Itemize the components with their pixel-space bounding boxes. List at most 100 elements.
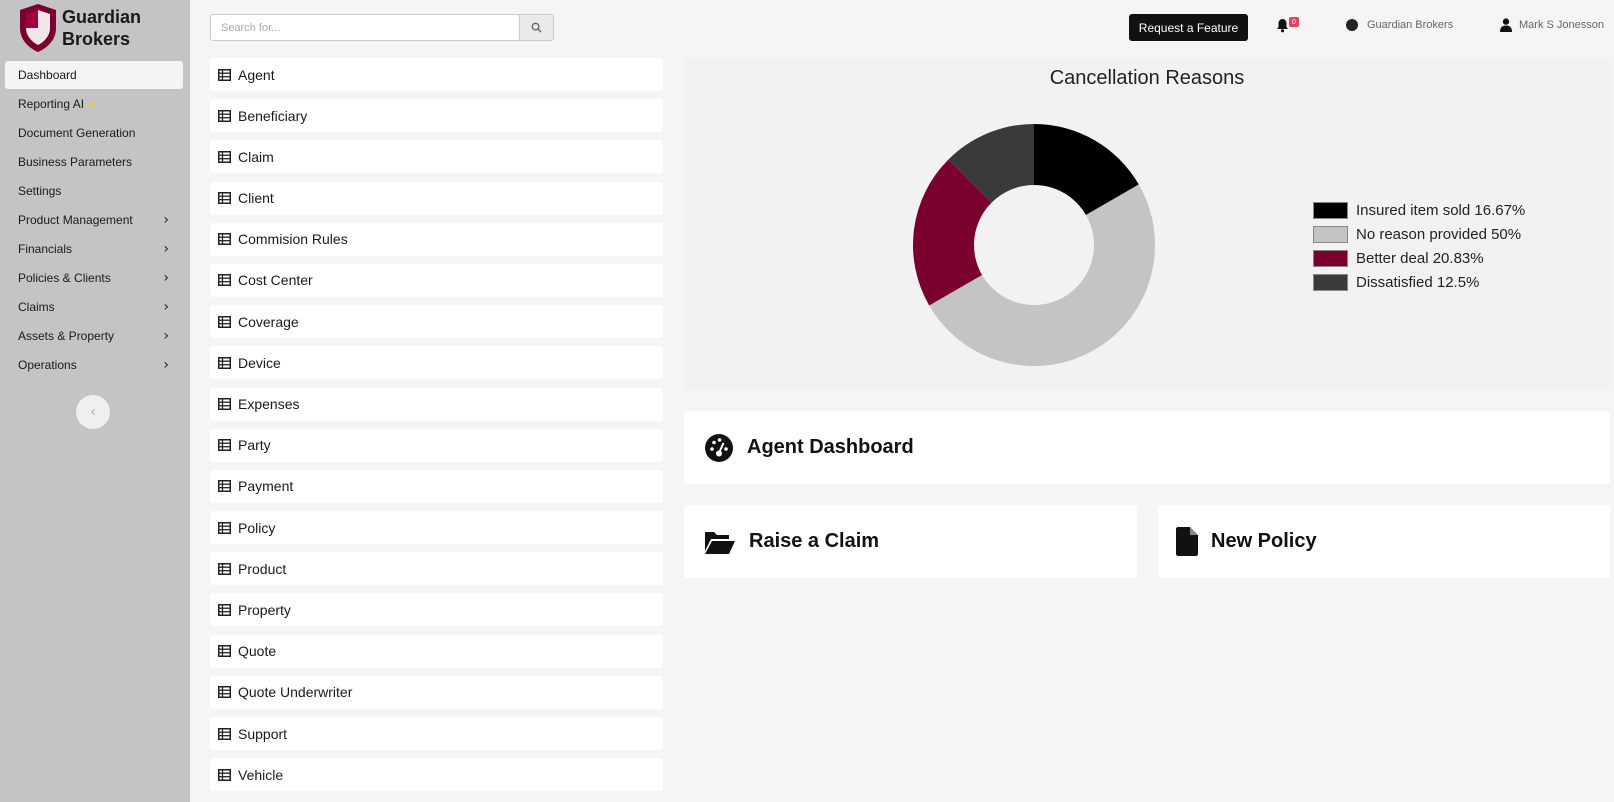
entity-item-expenses[interactable]: Expenses: [210, 387, 663, 421]
legend-item[interactable]: No reason provided 50%: [1313, 222, 1525, 246]
sidebar: Guardian Brokers Dashboard Reporting AI ★ D…: [0, 0, 190, 802]
legend-label: Better deal 20.83%: [1356, 249, 1484, 267]
legend-label: Dissatisfied 12.5%: [1356, 273, 1480, 291]
entity-item-commision-rules[interactable]: Commision Rules: [210, 222, 663, 256]
star-icon: ★: [87, 98, 97, 111]
brand-name-line2: Brokers: [62, 29, 131, 49]
new-policy-label: New Policy: [1211, 530, 1317, 552]
user-name: Mark S Jonesson: [1519, 19, 1604, 31]
table-icon: [218, 768, 231, 781]
sidebar-item-label: Product Management: [18, 213, 133, 227]
chevron-right-icon: ›: [163, 212, 169, 228]
entity-label: Policy: [238, 519, 276, 536]
sidebar-item-label: Claims: [18, 300, 55, 314]
entity-item-coverage[interactable]: Coverage: [210, 305, 663, 339]
entity-item-payment[interactable]: Payment: [210, 469, 663, 503]
chevron-right-icon: ›: [163, 299, 169, 315]
table-icon: [218, 192, 231, 205]
sidebar-item-label: Reporting AI: [18, 97, 85, 111]
entity-label: Claim: [238, 148, 274, 165]
sidebar-item-label-wrap: Product Management: [18, 213, 133, 227]
sidebar-nav: Dashboard Reporting AI ★ Document Generatio…: [5, 61, 183, 380]
org-avatar: [1346, 19, 1358, 31]
raise-claim-label: Raise a Claim: [749, 530, 880, 552]
legend-item[interactable]: Insured item sold 16.67%: [1313, 198, 1525, 222]
chevron-left-icon: ‹: [90, 404, 96, 420]
sidebar-item-assets-property[interactable]: Assets & Property ›: [5, 322, 183, 350]
entity-item-support[interactable]: Support: [210, 717, 663, 750]
entity-list: Agent Beneficiary Claim Client Commision Rul…: [210, 58, 663, 799]
sidebar-item-policies-clients[interactable]: Policies & Clients ›: [5, 264, 183, 292]
search-input[interactable]: [210, 14, 520, 41]
sidebar-item-product-management[interactable]: Product Management ›: [5, 206, 183, 234]
sidebar-item-operations[interactable]: Operations ›: [5, 351, 183, 379]
table-icon: [218, 68, 231, 81]
entity-label: Beneficiary: [238, 107, 308, 124]
sidebar-item-label: Financials: [18, 242, 73, 256]
sidebar-item-label-wrap: Assets & Property: [18, 329, 114, 343]
bell-icon[interactable]: [1276, 18, 1289, 33]
entity-item-quote[interactable]: Quote: [210, 634, 663, 668]
sidebar-item-label: Business Parameters: [18, 155, 133, 169]
entity-item-client[interactable]: Client: [210, 181, 663, 215]
request-feature-button[interactable]: Request a Feature: [1129, 14, 1248, 41]
entity-item-party[interactable]: Party: [210, 428, 663, 462]
agent-dashboard-label: Agent Dashboard: [747, 436, 914, 458]
entity-item-product[interactable]: Product: [210, 552, 663, 586]
sidebar-item-label-wrap: Operations: [18, 358, 77, 372]
sidebar-item-financials[interactable]: Financials ›: [5, 235, 183, 263]
legend-swatch: [1313, 249, 1348, 267]
entity-item-device[interactable]: Device: [210, 346, 663, 380]
brand-name: Guardian Brokers: [62, 6, 141, 50]
entity-item-policy[interactable]: Policy: [210, 511, 663, 545]
collapse-sidebar-button[interactable]: ‹: [76, 395, 110, 429]
raise-claim-card[interactable]: Raise a Claim: [684, 505, 1137, 578]
table-icon: [218, 150, 231, 163]
user-icon: [1500, 18, 1512, 32]
chevron-right-icon: ›: [163, 357, 169, 373]
sidebar-item-document-generation[interactable]: Document Generation: [5, 119, 183, 147]
notification-badge: 0: [1289, 17, 1299, 27]
sidebar-item-label-wrap: Settings: [18, 184, 61, 198]
new-policy-card[interactable]: New Policy: [1158, 505, 1610, 578]
chevron-right-icon: ›: [163, 270, 169, 286]
table-icon: [218, 521, 231, 534]
search-button[interactable]: [520, 14, 554, 41]
brand-logo[interactable]: Guardian Brokers: [16, 2, 141, 54]
brand-name-line1: Guardian: [62, 7, 142, 27]
user-menu[interactable]: Mark S Jonesson: [1500, 18, 1604, 32]
legend-swatch: [1313, 225, 1348, 243]
table-icon: [218, 233, 231, 246]
legend-item[interactable]: Better deal 20.83%: [1313, 246, 1525, 270]
sidebar-item-label-wrap: Reporting AI ★: [18, 97, 97, 111]
legend-item[interactable]: Dissatisfied 12.5%: [1313, 270, 1525, 294]
sidebar-item-dashboard[interactable]: Dashboard: [5, 61, 183, 89]
entity-label: Device: [238, 354, 281, 371]
entity-item-vehicle[interactable]: Vehicle: [210, 758, 663, 792]
entity-item-property[interactable]: Property: [210, 593, 663, 627]
entity-item-agent[interactable]: Agent: [210, 58, 663, 91]
sidebar-item-settings[interactable]: Settings: [5, 177, 183, 205]
table-icon: [218, 274, 231, 287]
entity-label: Agent: [238, 66, 275, 83]
search-icon: [531, 22, 542, 33]
entity-item-claim[interactable]: Claim: [210, 140, 663, 174]
sidebar-item-business-parameters[interactable]: Business Parameters: [5, 148, 183, 176]
entity-label: Vehicle: [238, 766, 284, 783]
org-name: Guardian Brokers: [1367, 19, 1454, 31]
sidebar-item-claims[interactable]: Claims ›: [5, 293, 183, 321]
sidebar-item-label-wrap: Financials: [18, 242, 72, 256]
table-icon: [218, 686, 231, 699]
sidebar-item-reporting-ai[interactable]: Reporting AI ★: [5, 90, 183, 118]
entity-item-beneficiary[interactable]: Beneficiary: [210, 99, 663, 133]
org-switcher[interactable]: Guardian Brokers: [1346, 19, 1453, 31]
file-icon: [1176, 527, 1198, 556]
entity-item-cost-center[interactable]: Cost Center: [210, 263, 663, 297]
chevron-right-icon: ›: [163, 328, 169, 344]
agent-dashboard-card[interactable]: Agent Dashboard: [684, 411, 1610, 484]
entity-item-quote-underwriter[interactable]: Quote Underwriter: [210, 675, 663, 709]
sidebar-item-label: Dashboard: [18, 68, 77, 82]
legend-label: Insured item sold 16.67%: [1356, 201, 1526, 219]
folder-open-icon: [705, 531, 735, 554]
table-icon: [218, 356, 231, 369]
